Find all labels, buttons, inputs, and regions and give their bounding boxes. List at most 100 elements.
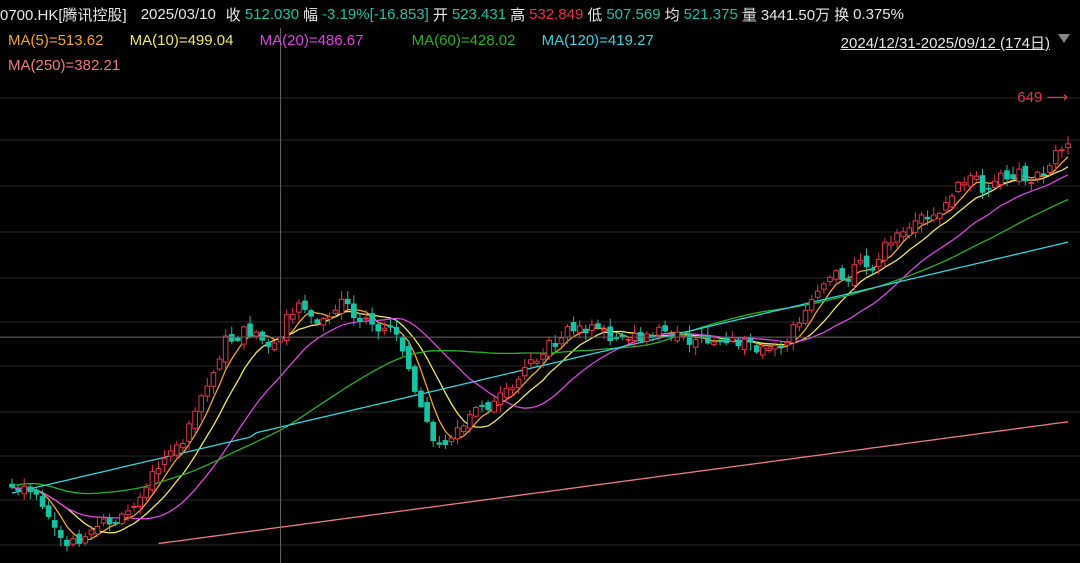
candle-body	[888, 242, 894, 246]
candle	[326, 312, 333, 325]
candle-body	[930, 214, 937, 221]
candle-body	[723, 337, 729, 344]
ma-legend-row-1: MA(5)=513.62 MA(10)=499.04 MA(20)=486.67…	[8, 32, 654, 49]
candle-body	[222, 335, 229, 363]
candle-body	[680, 334, 687, 337]
candle-body	[308, 310, 314, 317]
candle	[454, 419, 461, 445]
candle-body	[644, 333, 650, 342]
candle-body	[759, 346, 766, 356]
candle	[64, 535, 70, 552]
candle	[149, 464, 156, 493]
candle	[167, 444, 174, 462]
candle-body	[289, 313, 296, 320]
candle-body	[1010, 174, 1016, 179]
open-value: 523.431	[451, 5, 507, 23]
candle	[253, 330, 259, 340]
candle	[564, 324, 571, 344]
candle	[131, 502, 137, 512]
candle-body	[711, 341, 717, 346]
candle-body	[58, 530, 64, 538]
volume-value: 3441.50万	[760, 6, 831, 24]
candle-body	[137, 496, 143, 507]
candle-body	[320, 318, 327, 326]
candle-body	[924, 216, 931, 220]
candle	[216, 355, 223, 371]
candle	[265, 338, 272, 354]
candle-body	[900, 231, 906, 238]
candle	[576, 320, 583, 338]
candle	[619, 331, 626, 341]
candle	[741, 335, 748, 355]
candle-body	[302, 300, 308, 310]
candle-body	[174, 444, 180, 456]
candle	[228, 326, 235, 345]
candle	[814, 284, 821, 301]
candle-body	[845, 278, 852, 282]
candle-body	[674, 331, 681, 342]
candle	[888, 235, 894, 251]
candle	[955, 180, 961, 194]
candle-body	[1034, 171, 1041, 180]
candle-body	[186, 423, 192, 442]
candle	[546, 336, 552, 361]
candle-body	[326, 316, 333, 320]
candle-body	[198, 395, 205, 413]
candle	[100, 514, 107, 527]
candle-body	[967, 175, 974, 187]
candle-body	[112, 522, 119, 525]
candle-body	[9, 483, 15, 488]
candle	[808, 295, 815, 314]
candle	[320, 316, 327, 331]
candle	[418, 387, 424, 409]
candle-body	[454, 427, 461, 440]
candle	[497, 386, 504, 413]
candle-body	[546, 339, 552, 357]
candle	[247, 316, 253, 339]
ma250-legend: MA(250)=382.21	[8, 57, 121, 74]
candle-body	[503, 387, 510, 398]
candle-body	[814, 290, 821, 298]
candle-body	[650, 335, 656, 338]
candle	[467, 410, 473, 434]
symbol-label[interactable]: 0700.HK[腾讯控股]	[0, 4, 127, 25]
candle	[119, 511, 125, 526]
candle-body	[827, 276, 833, 283]
candle-body	[424, 402, 430, 422]
candle-body	[192, 410, 198, 429]
candle	[1034, 170, 1041, 183]
candle	[827, 275, 833, 287]
candle	[784, 338, 791, 353]
candle	[937, 211, 943, 226]
close-value: 512.030	[244, 5, 300, 23]
candle	[705, 327, 711, 345]
candle-body	[94, 525, 101, 535]
close-label: 收	[225, 6, 241, 24]
candle-body	[485, 402, 491, 410]
candle-body	[961, 182, 968, 186]
candle-body	[387, 325, 394, 328]
dropdown-caret-icon[interactable]	[1058, 34, 1070, 43]
candle-body	[552, 342, 559, 347]
candle	[344, 291, 351, 311]
date-range-selector[interactable]: 2024/12/31-2025/09/12 (174日)	[841, 32, 1050, 53]
candle-body	[918, 214, 925, 224]
candle	[759, 344, 766, 359]
ma20-legend: MA(20)=486.67	[259, 32, 364, 49]
avg-label: 均	[664, 6, 680, 24]
candle	[51, 512, 58, 536]
candle-body	[338, 298, 345, 315]
candle-body	[998, 172, 1004, 186]
turnover-label: 换	[834, 6, 850, 24]
candle	[882, 237, 888, 268]
candle	[521, 359, 528, 381]
candle-body	[784, 342, 791, 346]
candle-body	[467, 414, 473, 429]
candle-body	[161, 457, 168, 465]
candle-body	[167, 450, 174, 457]
candle-body	[534, 360, 540, 364]
candle-body	[668, 334, 675, 337]
candle-body	[875, 258, 882, 268]
candle	[845, 274, 852, 287]
candlestick-chart[interactable]	[0, 0, 1080, 563]
